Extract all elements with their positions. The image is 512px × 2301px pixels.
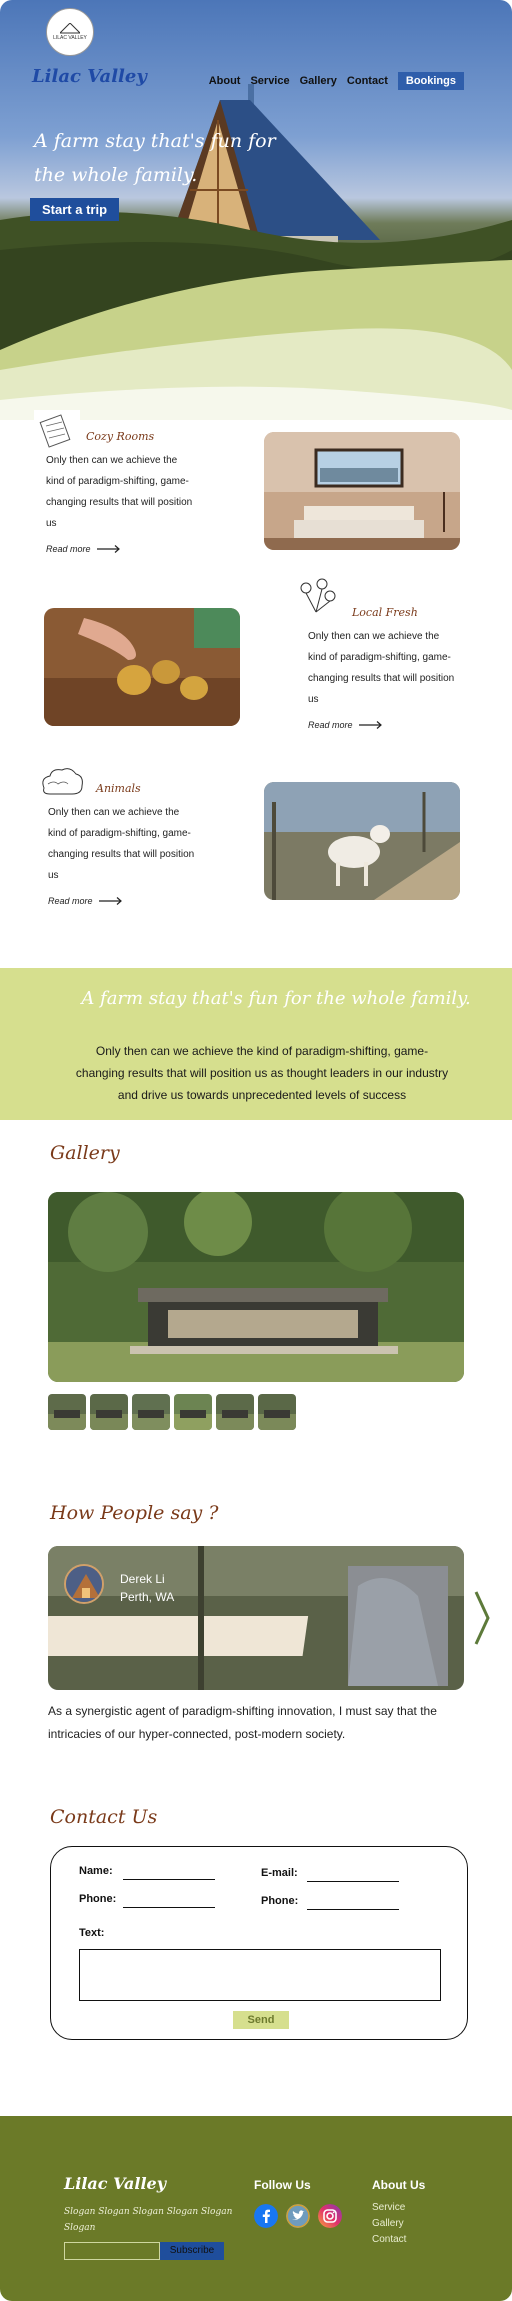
arrow-right-icon xyxy=(96,545,120,553)
gallery-thumbnails xyxy=(48,1394,296,1430)
start-trip-button[interactable]: Start a trip xyxy=(30,198,120,221)
email-field[interactable] xyxy=(307,1881,399,1882)
feature-text-cozy-rooms: Only then can we achieve the kind of par… xyxy=(46,455,193,529)
lamb-photo xyxy=(264,782,460,900)
send-button[interactable]: Send xyxy=(233,2011,289,2029)
feature-title-local-fresh: Local Fresh xyxy=(352,606,418,619)
phone2-label: Phone: xyxy=(261,1895,299,1907)
house-icon xyxy=(60,23,80,34)
message-textarea[interactable] xyxy=(79,1949,441,2001)
read-more-link-animals[interactable]: Read more xyxy=(48,896,123,906)
gallery-thumbnail[interactable] xyxy=(48,1394,86,1430)
gallery-main-image[interactable] xyxy=(48,1192,464,1382)
name-label: Name: xyxy=(79,1865,113,1877)
text-label: Text: xyxy=(79,1927,105,1939)
main-nav: About Service Gallery Contact Bookings xyxy=(209,72,464,90)
gallery-thumbnail[interactable] xyxy=(174,1394,212,1430)
testimonial-background-image xyxy=(48,1546,464,1690)
gallery-thumbnail[interactable] xyxy=(90,1394,128,1430)
testimonial-quote: As a synergistic agent of paradigm-shift… xyxy=(48,1704,437,1741)
footer-link-contact[interactable]: Contact xyxy=(372,2234,406,2245)
subscribe-email-input[interactable] xyxy=(64,2242,160,2260)
avatar xyxy=(64,1564,104,1604)
phone2-field[interactable] xyxy=(307,1909,399,1910)
bed-sketch-icon xyxy=(34,410,80,450)
feature-title-animals: Animals xyxy=(96,782,141,795)
gallery-thumbnail[interactable] xyxy=(132,1394,170,1430)
nav-service[interactable]: Service xyxy=(250,75,289,87)
hero-title: A farm stay that's fun for the whole fam… xyxy=(34,130,276,186)
contact-heading: Contact Us xyxy=(50,1806,158,1828)
sheep-sketch-icon xyxy=(42,768,83,795)
green-wave-divider xyxy=(0,260,512,420)
twitter-icon[interactable] xyxy=(286,2204,310,2228)
feature-title-cozy-rooms: Cozy Rooms xyxy=(86,430,155,443)
footer-link-service[interactable]: Service xyxy=(372,2202,405,2213)
footer-slogan: Slogan Slogan Slogan Slogan Slogan Sloga… xyxy=(64,2207,233,2233)
facebook-icon[interactable] xyxy=(254,2204,278,2228)
read-more-label: Read more xyxy=(308,720,353,730)
testimonial-card: Derek Li Perth, WA xyxy=(48,1546,464,1690)
phone-label: Phone: xyxy=(79,1893,117,1905)
nav-contact[interactable]: Contact xyxy=(347,75,388,87)
arrow-right-icon xyxy=(358,721,382,729)
email-label: E-mail: xyxy=(261,1867,298,1879)
testimonials-heading: How People say ? xyxy=(50,1502,219,1524)
reviewer-location: Perth, WA xyxy=(120,1590,175,1604)
flower-sketch-icon xyxy=(294,574,340,614)
feature-text-local-fresh: Only then can we achieve the kind of par… xyxy=(308,631,455,705)
reviewer-name: Derek Li xyxy=(120,1572,165,1586)
phone-field[interactable] xyxy=(123,1907,215,1908)
gallery-thumbnail[interactable] xyxy=(216,1394,254,1430)
gallery-heading: Gallery xyxy=(50,1142,120,1164)
contact-form: Name: E-mail: Phone: Phone: Text: Send xyxy=(50,1846,468,2040)
about-us-heading: About Us xyxy=(372,2178,426,2192)
potatoes-photo xyxy=(44,608,240,726)
logo-text: LILAC VALLEY xyxy=(53,35,87,41)
family-banner: A farm stay that's fun for the whole fam… xyxy=(0,968,512,1120)
banner-text: Only then can we achieve the kind of par… xyxy=(75,1044,449,1102)
gallery-thumbnail[interactable] xyxy=(258,1394,296,1430)
read-more-link-local-fresh[interactable]: Read more xyxy=(308,720,383,730)
instagram-icon[interactable] xyxy=(318,2204,342,2228)
feature-text-animals: Only then can we achieve the kind of par… xyxy=(48,807,195,881)
logo[interactable]: LILAC VALLEY xyxy=(46,8,94,56)
room-photo xyxy=(264,432,460,550)
bookings-button[interactable]: Bookings xyxy=(397,72,464,90)
name-field[interactable] xyxy=(123,1879,215,1880)
read-more-label: Read more xyxy=(48,896,93,906)
chevron-right-icon[interactable] xyxy=(472,1588,492,1648)
read-more-link-cozy-rooms[interactable]: Read more xyxy=(46,544,121,554)
arrow-right-icon xyxy=(98,897,122,905)
follow-us-heading: Follow Us xyxy=(254,2178,311,2192)
banner-title: A farm stay that's fun for the whole fam… xyxy=(81,988,471,1009)
subscribe-button[interactable]: Subscribe xyxy=(160,2242,224,2260)
footer-link-gallery[interactable]: Gallery xyxy=(372,2218,404,2229)
nav-gallery[interactable]: Gallery xyxy=(300,75,337,87)
footer-brand: Lilac Valley xyxy=(64,2174,167,2193)
footer: Lilac Valley Slogan Slogan Slogan Slogan… xyxy=(0,2116,512,2301)
nav-about[interactable]: About xyxy=(209,75,241,87)
read-more-label: Read more xyxy=(46,544,91,554)
brand-name[interactable]: Lilac Valley xyxy=(32,66,147,87)
